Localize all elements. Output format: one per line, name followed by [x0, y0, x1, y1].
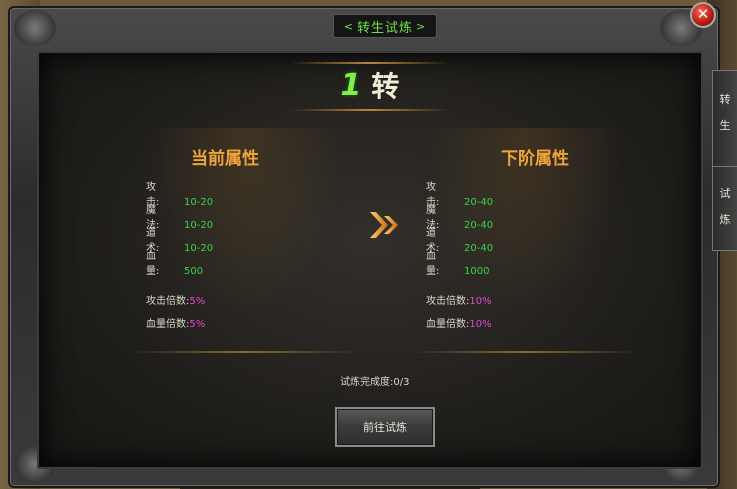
tab-trial[interactable]: 试 炼 — [712, 166, 737, 251]
trial-progress: 试炼完成度:0/3 — [340, 373, 409, 388]
trial-progress-value: 0/3 — [393, 377, 410, 388]
next-attributes-title: 下阶属性 — [501, 149, 569, 169]
rank-number: 1 — [340, 67, 362, 103]
multiplier-row: 血量倍数:5% — [146, 319, 206, 330]
multiplier-row: 攻击倍数:5% — [146, 296, 206, 307]
current-attributes-panel: 当前属性 攻 击: 10-20 魔 法: 10-20 道 术: 10-20 血 量: 5… — [130, 128, 360, 353]
multiplier-row: 血量倍数:10% — [426, 319, 492, 330]
window-title: < 转生试炼 > — [333, 14, 437, 38]
divider — [290, 109, 450, 111]
chevron-left-icon: < — [343, 19, 354, 33]
current-attributes-title: 当前属性 — [191, 149, 259, 169]
multiplier-row: 攻击倍数:10% — [426, 296, 492, 307]
close-icon: ✕ — [696, 5, 710, 23]
dragon-ornament-icon — [14, 10, 56, 46]
close-button[interactable]: ✕ — [690, 2, 716, 28]
attr-row: 血 量: 1000 — [426, 251, 490, 277]
rank-word: 转 — [371, 70, 400, 103]
rank-display: 1 转 — [320, 60, 420, 110]
go-to-trial-button[interactable]: 前往试炼 — [335, 407, 435, 447]
next-attributes-panel: 下阶属性 攻 击: 20-40 魔 法: 20-40 道 术: 20-40 血 量: 1… — [410, 128, 640, 353]
chevron-right-icon: > — [416, 19, 427, 33]
tab-rebirth[interactable]: 转 生 — [712, 70, 737, 172]
attr-row: 血 量: 500 — [146, 251, 204, 277]
double-arrow-icon — [370, 212, 398, 238]
window-title-text: 转生试炼 — [356, 20, 413, 36]
trial-progress-label: 试炼完成度: — [340, 377, 394, 388]
